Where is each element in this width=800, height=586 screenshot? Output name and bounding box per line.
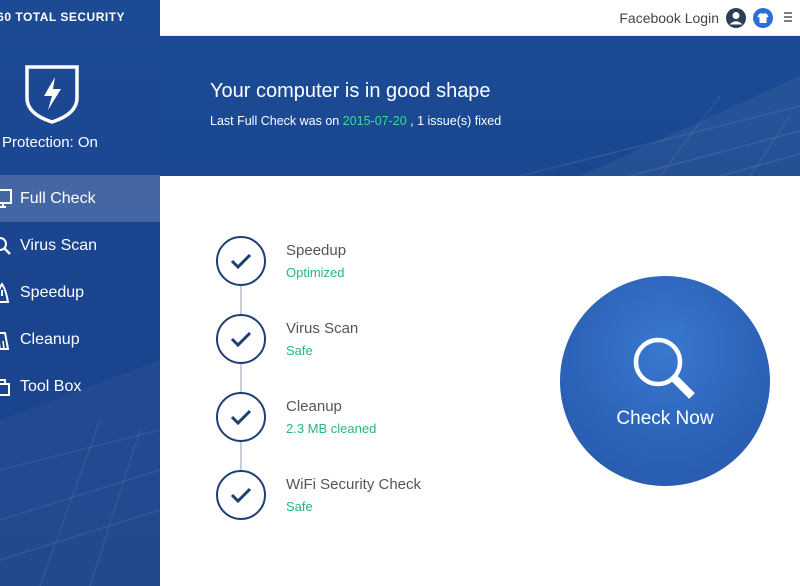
app-brand: 360 TOTAL SECURITY [0, 10, 126, 24]
sidebar: 360 TOTAL SECURITY Protection: On Full C… [0, 0, 160, 586]
sidebar-item-label: Speedup [20, 283, 85, 301]
checkmark-icon [216, 314, 266, 364]
user-icon[interactable] [725, 7, 747, 29]
status-title: Your computer is in good shape [210, 80, 491, 102]
check-item-speedup: Speedup Optimized [216, 236, 516, 286]
check-item-title: WiFi Security Check [286, 476, 422, 493]
sidebar-item-label: Virus Scan [20, 236, 98, 254]
checkmark-icon [216, 236, 266, 286]
sidebar-item-virus-scan[interactable]: Virus Scan [0, 222, 160, 269]
protection-status: Protection: On [2, 134, 98, 151]
check-item-cleanup: Cleanup 2.3 MB cleaned [216, 392, 516, 442]
sidebar-nav: Full Check Virus Scan Speedup Cleanup To… [0, 175, 160, 410]
sidebar-item-full-check[interactable]: Full Check [0, 175, 160, 222]
check-item-title: Virus Scan [286, 320, 359, 337]
main-panel: Speedup Optimized Virus Scan Safe Cleanu… [160, 176, 800, 586]
check-item-status: 2.3 MB cleaned [286, 421, 377, 436]
last-check-suffix: , 1 issue(s) fixed [410, 114, 502, 128]
sidebar-item-label: Full Check [20, 189, 96, 207]
magnifier-icon [630, 334, 702, 406]
check-item-status: Optimized [286, 265, 345, 280]
magnifier-icon [0, 234, 14, 258]
top-bar: Facebook Login [160, 0, 800, 36]
broom-icon [0, 328, 14, 352]
check-item-virus-scan: Virus Scan Safe [216, 314, 516, 364]
check-item-status: Safe [286, 499, 313, 514]
check-item-title: Cleanup [286, 398, 342, 415]
status-banner: Your computer is in good shape Last Full… [160, 36, 800, 176]
check-item-wifi-security: WiFi Security Check Safe [216, 470, 516, 520]
check-now-label: Check Now [616, 408, 714, 429]
sidebar-item-cleanup[interactable]: Cleanup [0, 316, 160, 363]
last-check-info: Last Full Check was on 2015-07-20 , 1 is… [210, 114, 501, 128]
sidebar-item-label: Tool Box [20, 377, 82, 395]
banner-background-pattern [519, 76, 800, 176]
last-check-prefix: Last Full Check was on [210, 114, 340, 128]
checkmark-icon [216, 470, 266, 520]
last-check-date: 2015-07-20 [342, 114, 407, 128]
monitor-icon [0, 187, 14, 211]
sidebar-item-speedup[interactable]: Speedup [0, 269, 160, 316]
sidebar-item-label: Cleanup [20, 330, 80, 348]
check-item-title: Speedup [286, 242, 347, 259]
shirt-icon[interactable] [752, 7, 774, 29]
timeline-connector [240, 260, 242, 500]
check-now-button[interactable]: Check Now [560, 276, 770, 486]
toolbox-icon [0, 375, 14, 399]
rocket-icon [0, 281, 14, 305]
sidebar-item-tool-box[interactable]: Tool Box [0, 363, 160, 410]
shield-icon [24, 64, 80, 124]
check-item-status: Safe [286, 343, 313, 358]
facebook-login-link[interactable]: Facebook Login [619, 10, 719, 26]
menu-icon[interactable] [782, 9, 794, 25]
checkmark-icon [216, 392, 266, 442]
